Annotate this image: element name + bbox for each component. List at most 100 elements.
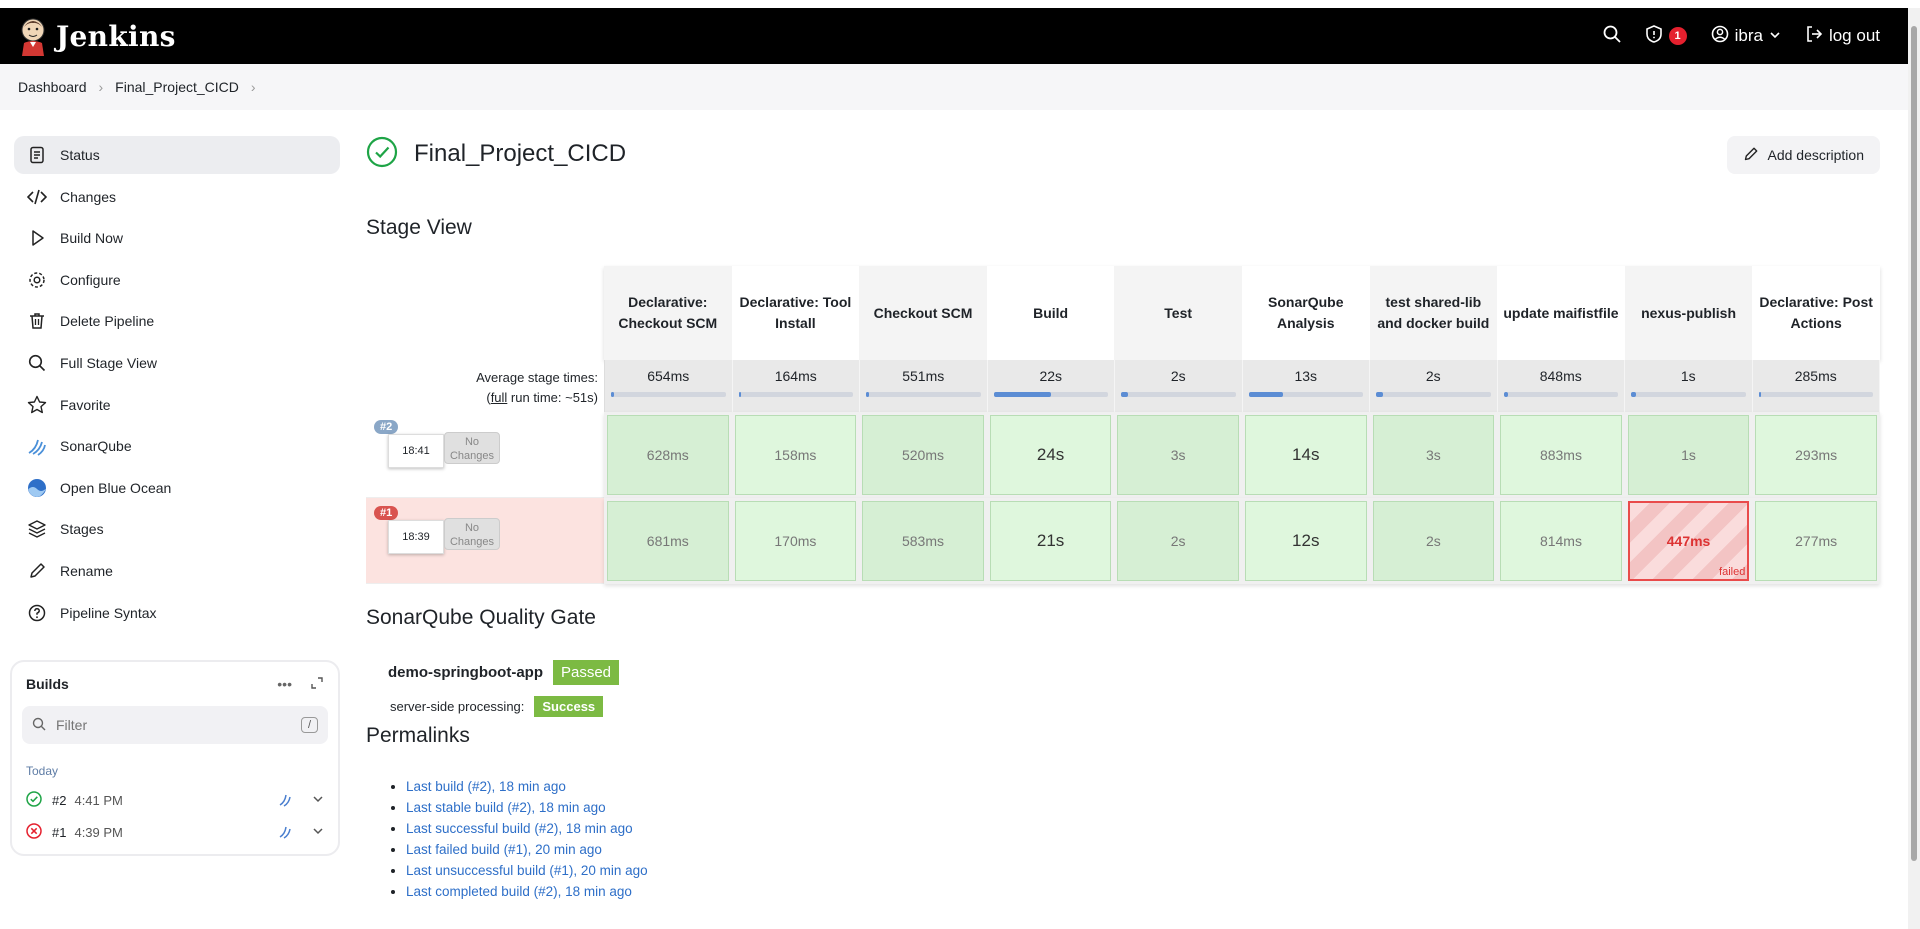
permalink-last-build[interactable]: Last build (#2), 18 min ago (406, 779, 566, 794)
stage-cell[interactable]: 1s (1625, 412, 1753, 498)
stage-cell[interactable]: 158ms (732, 412, 860, 498)
run-changes[interactable]: No Changes (444, 432, 500, 464)
chevron-down-icon[interactable] (312, 825, 324, 840)
sidebar-item-open-blue-ocean[interactable]: Open Blue Ocean (14, 469, 340, 507)
pencil-icon (26, 560, 48, 582)
chevron-down-icon[interactable] (312, 793, 324, 808)
average-progress-bar (993, 392, 1108, 397)
full-run-time-link[interactable]: full (491, 390, 508, 405)
stage-cell[interactable]: 14s (1242, 412, 1370, 498)
stage-cell[interactable]: 2s (1114, 498, 1242, 584)
stage-duration-text: 1s (1681, 447, 1696, 463)
stage-cell[interactable]: 883ms (1497, 412, 1625, 498)
sidebar-item-pipeline-syntax[interactable]: Pipeline Syntax (14, 594, 340, 632)
scrollbar-thumb[interactable] (1911, 26, 1917, 861)
stage-duration: 21s (989, 501, 1112, 581)
stage-cell[interactable]: 681ms (604, 498, 732, 584)
breadcrumb-dashboard[interactable]: Dashboard (18, 79, 87, 95)
stage-cell[interactable]: 293ms (1752, 412, 1880, 498)
breadcrumb-project[interactable]: Final_Project_CICD (115, 79, 239, 95)
list-item: Last build (#2), 18 min ago (406, 776, 648, 797)
builds-widget: Builds ••• / Today #2 4:41 PM #1 4:39 PM (10, 660, 340, 856)
chevron-down-icon (1769, 26, 1781, 46)
stage-header: Build (1033, 304, 1069, 321)
page-scrollbar[interactable] (1908, 8, 1920, 929)
stage-header: SonarQube Analysis (1268, 294, 1344, 331)
sidebar-item-rename[interactable]: Rename (14, 552, 340, 590)
page-title: Final_Project_CICD (414, 140, 627, 167)
sidebar-item-status[interactable]: Status (14, 136, 340, 174)
stage-cell[interactable]: 24s (987, 412, 1115, 498)
search-icon (32, 717, 46, 734)
build-row[interactable]: #1 4:39 PM (12, 816, 338, 848)
sidebar-item-label: Status (60, 147, 100, 163)
stage-cell[interactable]: 520ms (859, 412, 987, 498)
console-output-icon[interactable] (278, 791, 294, 810)
build-number[interactable]: #1 (52, 825, 66, 840)
stage-cell[interactable]: 583ms (859, 498, 987, 584)
run-time: 18:41 (388, 434, 444, 468)
sidebar-item-label: Favorite (60, 396, 111, 413)
stage-cell[interactable]: 2s (1370, 498, 1498, 584)
permalink-last-failed-build[interactable]: Last failed build (#1), 20 min ago (406, 842, 602, 857)
processing-status-badge: Success (534, 696, 604, 717)
sidebar-item-label: SonarQube (60, 438, 132, 455)
stage-cell[interactable]: 814ms (1497, 498, 1625, 584)
add-description-button[interactable]: Add description (1727, 136, 1880, 174)
stage-cell[interactable]: 447ms failed (1625, 498, 1753, 584)
sidebar-item-sonarqube[interactable]: SonarQube (14, 427, 340, 465)
build-number[interactable]: #2 (52, 793, 66, 808)
sidebar-item-changes[interactable]: Changes (14, 178, 340, 216)
shield-icon (1645, 24, 1663, 48)
sidebar-item-favorite[interactable]: Favorite (14, 386, 340, 424)
average-progress-fill (993, 392, 1051, 397)
stage-header-row: Declarative: Checkout SCM Declarative: To… (604, 266, 1880, 360)
top-strip (0, 0, 1920, 8)
security-button[interactable]: 1 (1645, 24, 1687, 48)
stage-cell[interactable]: 3s (1370, 412, 1498, 498)
stage-cell[interactable]: 277ms (1752, 498, 1880, 584)
user-menu[interactable]: ibra (1711, 25, 1781, 48)
layers-icon (26, 518, 48, 540)
more-options-icon[interactable]: ••• (277, 676, 292, 693)
search-button[interactable] (1603, 25, 1621, 48)
list-item: Last completed build (#2), 18 min ago (406, 881, 648, 902)
stage-cell[interactable]: 170ms (732, 498, 860, 584)
run-badge[interactable]: #2 (374, 420, 399, 434)
console-output-icon[interactable] (278, 823, 294, 842)
run-badge[interactable]: #1 (374, 506, 399, 520)
average-progress-fill (1121, 392, 1128, 397)
stage-cell[interactable]: 3s (1114, 412, 1242, 498)
stage-cell[interactable]: 12s (1242, 498, 1370, 584)
stage-duration: 1s (1627, 415, 1750, 495)
sidebar-item-delete-pipeline[interactable]: Delete Pipeline (14, 302, 340, 340)
average-progress-fill (611, 392, 615, 397)
add-description-label: Add description (1767, 147, 1864, 163)
stage-cell[interactable]: 628ms (604, 412, 732, 498)
sidebar-item-build-now[interactable]: Build Now (14, 219, 340, 257)
expand-icon[interactable] (310, 676, 324, 693)
breadcrumb-menu-chevron-icon[interactable]: › (251, 79, 256, 95)
permalink-last-successful-build[interactable]: Last successful build (#2), 18 min ago (406, 821, 633, 836)
sonarqube-project-link[interactable]: demo-springboot-app (388, 664, 543, 681)
jenkins-logo[interactable]: Jenkins (18, 16, 176, 56)
sidebar-item-full-stage-view[interactable]: Full Stage View (14, 344, 340, 382)
average-progress-fill (1631, 392, 1636, 397)
stage-cell[interactable]: 21s (987, 498, 1115, 584)
filter-input[interactable] (56, 717, 301, 733)
permalink-last-completed-build[interactable]: Last completed build (#2), 18 min ago (406, 884, 632, 899)
user-icon (1711, 25, 1729, 48)
permalink-last-stable-build[interactable]: Last stable build (#2), 18 min ago (406, 800, 606, 815)
sidebar-item-stages[interactable]: Stages (14, 510, 340, 548)
logout-link[interactable]: log out (1805, 25, 1880, 48)
average-progress-bar (1248, 392, 1363, 397)
run-changes[interactable]: No Changes (444, 518, 500, 550)
average-times-row: Average stage times: (full run time: ~51… (366, 360, 1880, 412)
stage-duration-text: 520ms (901, 447, 944, 463)
stage-duration-text: 170ms (774, 533, 817, 549)
sidebar-item-label: Full Stage View (60, 354, 158, 371)
permalink-last-unsuccessful-build[interactable]: Last unsuccessful build (#1), 20 min ago (406, 863, 648, 878)
stage-duration-text: 21s (1036, 531, 1065, 550)
sidebar-item-configure[interactable]: Configure (14, 261, 340, 299)
build-row[interactable]: #2 4:41 PM (12, 784, 338, 816)
